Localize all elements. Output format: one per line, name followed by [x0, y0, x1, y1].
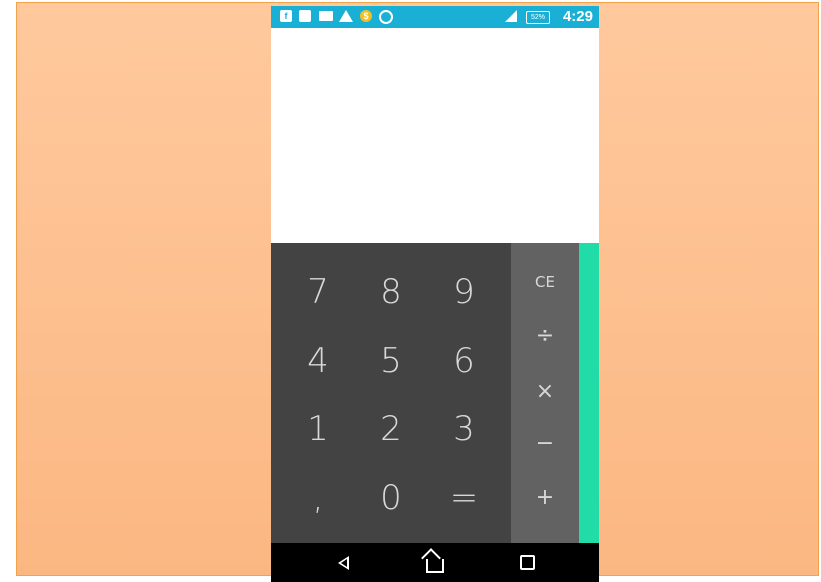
key-7[interactable]: 7 [282, 260, 354, 324]
recents-icon [519, 555, 535, 571]
battery-icon: 52% [526, 11, 550, 24]
key-5[interactable]: 5 [355, 329, 427, 393]
key-4[interactable]: 4 [282, 329, 354, 393]
back-icon [337, 555, 349, 570]
advanced-panel-handle[interactable] [579, 243, 599, 543]
back-button[interactable] [313, 543, 373, 582]
mail-icon [319, 11, 333, 21]
facebook-icon: f [280, 10, 292, 22]
clear-entry-button[interactable]: CE [511, 257, 579, 307]
coin-icon: $ [360, 10, 372, 22]
key-3[interactable]: 3 [428, 397, 500, 461]
status-time: 4:29 [562, 8, 593, 25]
key-equals[interactable]: = [428, 466, 500, 530]
phone-screen: f $ 52% 4:29 7 8 9 4 5 6 1 2 3 , 0 = CE … [271, 6, 599, 582]
signal-icon [505, 10, 517, 22]
key-2[interactable]: 2 [355, 397, 427, 461]
key-8[interactable]: 8 [355, 260, 427, 324]
key-decimal[interactable]: , [282, 466, 354, 530]
key-1[interactable]: 1 [282, 397, 354, 461]
gallery-icon [299, 10, 311, 22]
calculator-display [271, 28, 599, 243]
operator-panel: CE ÷ × − + [511, 243, 579, 543]
multiply-button[interactable]: × [511, 367, 579, 417]
minus-button[interactable]: − [511, 419, 579, 469]
navigation-bar [271, 543, 599, 582]
recents-button[interactable] [497, 543, 557, 582]
number-keypad: 7 8 9 4 5 6 1 2 3 , 0 = [271, 243, 511, 543]
divide-button[interactable]: ÷ [511, 311, 579, 361]
home-button[interactable] [405, 543, 465, 582]
soccer-icon [379, 10, 393, 24]
status-bar: f $ 52% 4:29 [271, 6, 599, 28]
key-0[interactable]: 0 [355, 466, 427, 530]
key-9[interactable]: 9 [428, 260, 500, 324]
key-6[interactable]: 6 [428, 329, 500, 393]
drive-icon [339, 10, 353, 22]
plus-button[interactable]: + [511, 473, 579, 523]
home-icon [426, 558, 444, 573]
